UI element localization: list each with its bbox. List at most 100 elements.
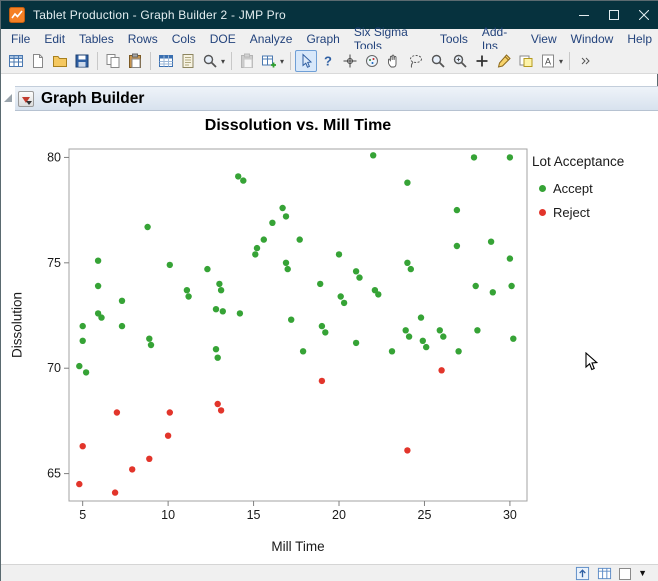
data-point-accept[interactable] xyxy=(167,262,173,268)
data-point-accept[interactable] xyxy=(283,260,289,266)
data-point-reject[interactable] xyxy=(112,489,118,495)
data-point-accept[interactable] xyxy=(454,207,460,213)
zoom-tool-button[interactable] xyxy=(449,50,471,72)
data-point-accept[interactable] xyxy=(213,346,219,352)
data-point-accept[interactable] xyxy=(144,224,150,230)
data-point-accept[interactable] xyxy=(404,260,410,266)
save-button[interactable] xyxy=(71,50,93,72)
data-point-accept[interactable] xyxy=(403,327,409,333)
new-data-table-button[interactable] xyxy=(5,50,27,72)
pencil-tool-button[interactable] xyxy=(493,50,515,72)
data-point-reject[interactable] xyxy=(165,433,171,439)
data-point-accept[interactable] xyxy=(235,173,241,179)
toolbar-overflow-button[interactable] xyxy=(574,50,596,72)
window-arrange-icon[interactable] xyxy=(575,566,590,581)
data-point-accept[interactable] xyxy=(215,355,221,361)
data-point-accept[interactable] xyxy=(297,236,303,242)
data-point-accept[interactable] xyxy=(508,283,514,289)
data-point-accept[interactable] xyxy=(408,266,414,272)
menu-item-tools[interactable]: Tools xyxy=(433,30,475,48)
data-point-accept[interactable] xyxy=(83,369,89,375)
data-point-accept[interactable] xyxy=(336,251,342,257)
data-point-accept[interactable] xyxy=(488,239,494,245)
data-point-reject[interactable] xyxy=(404,447,410,453)
data-point-accept[interactable] xyxy=(389,348,395,354)
data-point-accept[interactable] xyxy=(406,333,412,339)
menu-item-window[interactable]: Window xyxy=(564,30,621,48)
data-point-accept[interactable] xyxy=(370,152,376,158)
data-point-accept[interactable] xyxy=(261,236,267,242)
data-point-accept[interactable] xyxy=(240,177,246,183)
data-point-accept[interactable] xyxy=(338,293,344,299)
data-point-accept[interactable] xyxy=(319,323,325,329)
open-button[interactable] xyxy=(49,50,71,72)
data-point-accept[interactable] xyxy=(252,251,258,257)
text-tool-button[interactable]: A xyxy=(537,50,559,72)
data-point-accept[interactable] xyxy=(80,323,86,329)
data-point-accept[interactable] xyxy=(237,310,243,316)
data-point-reject[interactable] xyxy=(129,466,135,472)
data-table-icon[interactable] xyxy=(597,566,612,581)
menu-item-edit[interactable]: Edit xyxy=(37,30,72,48)
menu-item-analyze[interactable]: Analyze xyxy=(243,30,300,48)
search-button[interactable] xyxy=(199,50,221,72)
menu-item-file[interactable]: File xyxy=(4,30,37,48)
data-point-reject[interactable] xyxy=(76,481,82,487)
data-point-accept[interactable] xyxy=(119,323,125,329)
data-point-accept[interactable] xyxy=(418,314,424,320)
menu-item-doe[interactable]: DOE xyxy=(203,30,243,48)
data-point-reject[interactable] xyxy=(319,378,325,384)
data-point-accept[interactable] xyxy=(510,336,516,342)
data-point-accept[interactable] xyxy=(288,317,294,323)
data-point-accept[interactable] xyxy=(184,287,190,293)
data-point-accept[interactable] xyxy=(507,154,513,160)
data-point-reject[interactable] xyxy=(167,409,173,415)
data-point-accept[interactable] xyxy=(356,274,362,280)
data-point-accept[interactable] xyxy=(300,348,306,354)
data-point-accept[interactable] xyxy=(283,213,289,219)
help-tool-button[interactable]: ? xyxy=(317,50,339,72)
data-point-accept[interactable] xyxy=(146,336,152,342)
menu-item-rows[interactable]: Rows xyxy=(121,30,165,48)
data-point-accept[interactable] xyxy=(507,255,513,261)
data-point-accept[interactable] xyxy=(76,363,82,369)
data-point-accept[interactable] xyxy=(279,205,285,211)
data-point-accept[interactable] xyxy=(454,243,460,249)
menu-item-cols[interactable]: Cols xyxy=(165,30,203,48)
menu-item-graph[interactable]: Graph xyxy=(299,30,346,48)
maximize-button[interactable] xyxy=(599,1,629,29)
data-point-accept[interactable] xyxy=(213,306,219,312)
data-point-accept[interactable] xyxy=(353,340,359,346)
data-point-accept[interactable] xyxy=(353,268,359,274)
data-point-accept[interactable] xyxy=(95,283,101,289)
data-point-accept[interactable] xyxy=(420,338,426,344)
menu-item-tables[interactable]: Tables xyxy=(72,30,121,48)
data-point-accept[interactable] xyxy=(375,291,381,297)
annotate-tool-button[interactable] xyxy=(515,50,537,72)
data-point-accept[interactable] xyxy=(220,308,226,314)
data-point-accept[interactable] xyxy=(404,180,410,186)
crosshair-tool-button[interactable] xyxy=(339,50,361,72)
data-point-reject[interactable] xyxy=(80,443,86,449)
data-point-accept[interactable] xyxy=(254,245,260,251)
outline-collapse-icon[interactable] xyxy=(4,94,12,102)
status-dropdown-icon[interactable]: ▼ xyxy=(638,569,647,578)
magnifier-tool-button[interactable] xyxy=(427,50,449,72)
data-point-accept[interactable] xyxy=(98,314,104,320)
legend-item-accept[interactable]: Accept xyxy=(539,181,624,196)
data-point-reject[interactable] xyxy=(215,401,221,407)
data-point-reject[interactable] xyxy=(146,456,152,462)
brush-tool-button[interactable] xyxy=(361,50,383,72)
data-table-button[interactable] xyxy=(155,50,177,72)
red-triangle-menu-icon[interactable] xyxy=(18,91,34,107)
data-point-accept[interactable] xyxy=(455,348,461,354)
data-point-accept[interactable] xyxy=(341,300,347,306)
close-button[interactable] xyxy=(629,1,658,29)
data-point-accept[interactable] xyxy=(471,154,477,160)
minimize-button[interactable] xyxy=(569,1,599,29)
lasso-tool-button[interactable] xyxy=(405,50,427,72)
data-point-accept[interactable] xyxy=(218,287,224,293)
data-point-reject[interactable] xyxy=(438,367,444,373)
data-point-accept[interactable] xyxy=(473,283,479,289)
new-journal-button[interactable] xyxy=(27,50,49,72)
